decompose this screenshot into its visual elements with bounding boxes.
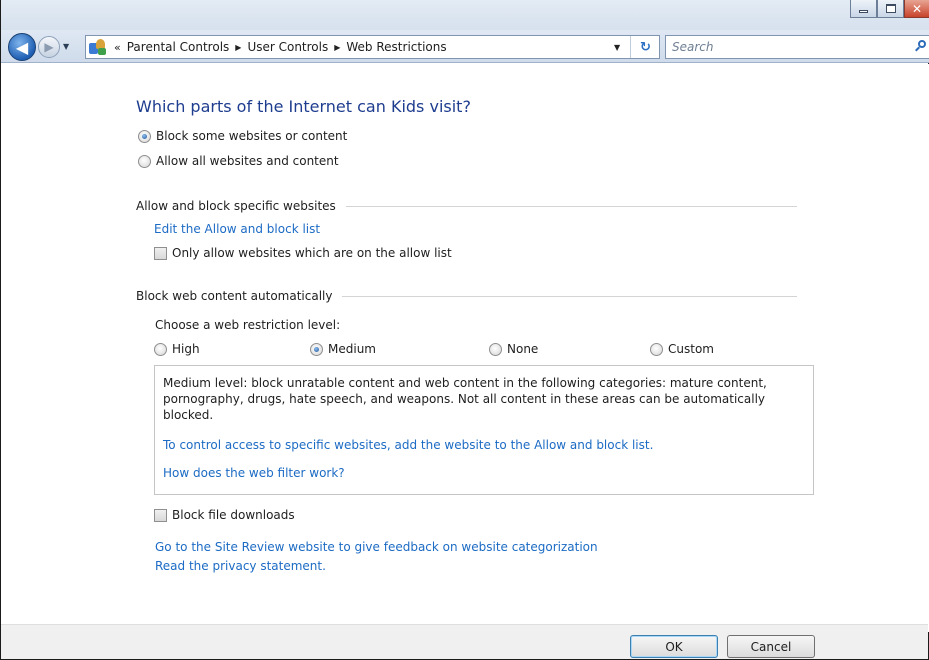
breadcrumb-separator-icon[interactable]: ▶ bbox=[235, 43, 241, 52]
breadcrumb-user-controls[interactable]: User Controls bbox=[247, 40, 328, 54]
restriction-level-prompt: Choose a web restriction level: bbox=[155, 318, 341, 332]
breadcrumb-overflow[interactable]: « bbox=[114, 41, 121, 54]
radio-indicator[interactable] bbox=[154, 342, 167, 356]
breadcrumb-web-restrictions[interactable]: Web Restrictions bbox=[346, 40, 446, 54]
web-filter-help-link[interactable]: How does the web filter work? bbox=[163, 466, 345, 480]
allow-all-label: Allow all websites and content bbox=[156, 154, 339, 168]
forward-button[interactable]: ▶ bbox=[38, 36, 60, 58]
ok-button[interactable]: OK bbox=[630, 635, 718, 658]
block-some-label: Block some websites or content bbox=[156, 129, 348, 143]
control-access-link[interactable]: To control access to specific websites, … bbox=[163, 438, 653, 452]
edit-allow-block-list-link[interactable]: Edit the Allow and block list bbox=[154, 222, 320, 236]
maximize-icon bbox=[885, 4, 896, 13]
block-downloads-checkbox[interactable]: Block file downloads bbox=[154, 508, 295, 522]
privacy-statement-link[interactable]: Read the privacy statement. bbox=[155, 559, 326, 573]
radio-indicator[interactable] bbox=[489, 342, 502, 356]
level-high-label: High bbox=[172, 342, 200, 356]
checkbox-box[interactable] bbox=[154, 508, 167, 522]
minimize-button[interactable] bbox=[850, 0, 877, 18]
auto-block-section-title: Block web content automatically bbox=[136, 289, 333, 303]
close-icon: ✕ bbox=[911, 1, 923, 16]
control-panel-icon bbox=[89, 38, 107, 56]
search-icon[interactable] bbox=[915, 40, 927, 52]
only-allow-label: Only allow websites which are on the all… bbox=[172, 246, 452, 260]
back-button[interactable]: ◀ bbox=[8, 33, 36, 61]
radio-indicator[interactable] bbox=[138, 154, 151, 168]
radio-indicator[interactable] bbox=[138, 129, 151, 143]
allow-all-radio[interactable]: Allow all websites and content bbox=[138, 154, 339, 168]
parental-controls-window: ✕ ◀ ▶ ▼ « Parental Controls ▶ User Contr… bbox=[0, 0, 929, 660]
breadcrumb-separator-icon[interactable]: ▶ bbox=[334, 43, 340, 52]
back-arrow-icon: ◀ bbox=[15, 37, 29, 57]
cancel-button[interactable]: Cancel bbox=[727, 635, 815, 658]
minimize-icon bbox=[859, 10, 868, 13]
level-medium-label: Medium bbox=[328, 342, 376, 356]
level-medium-radio[interactable]: Medium bbox=[310, 342, 376, 356]
level-high-radio[interactable]: High bbox=[154, 342, 200, 356]
block-downloads-label: Block file downloads bbox=[172, 508, 295, 522]
block-some-radio[interactable]: Block some websites or content bbox=[138, 129, 347, 143]
site-review-link[interactable]: Go to the Site Review website to give fe… bbox=[155, 540, 598, 554]
refresh-button[interactable]: ↻ bbox=[630, 36, 660, 58]
caption-buttons: ✕ bbox=[850, 0, 929, 18]
allow-block-section-title: Allow and block specific websites bbox=[136, 199, 336, 213]
level-custom-radio[interactable]: Custom bbox=[650, 342, 714, 356]
radio-indicator[interactable] bbox=[650, 342, 663, 356]
level-description-panel: Medium level: block unratable content an… bbox=[154, 365, 814, 495]
search-box bbox=[665, 35, 929, 59]
refresh-icon: ↻ bbox=[640, 39, 651, 55]
breadcrumb: « Parental Controls ▶ User Controls ▶ We… bbox=[114, 40, 447, 54]
address-bar[interactable]: « Parental Controls ▶ User Controls ▶ We… bbox=[85, 35, 660, 59]
level-description: Medium level: block unratable content an… bbox=[163, 376, 767, 422]
dialog-footer: OK Cancel bbox=[1, 624, 928, 659]
breadcrumb-parental-controls[interactable]: Parental Controls bbox=[127, 40, 230, 54]
title-bar: ✕ bbox=[1, 0, 929, 30]
search-input[interactable] bbox=[666, 36, 896, 58]
level-custom-label: Custom bbox=[668, 342, 714, 356]
address-history-dropdown-icon[interactable]: ▼ bbox=[614, 43, 620, 52]
forward-arrow-icon: ▶ bbox=[44, 40, 54, 54]
close-button[interactable]: ✕ bbox=[904, 0, 929, 18]
radio-indicator[interactable] bbox=[310, 342, 323, 356]
only-allow-checkbox[interactable]: Only allow websites which are on the all… bbox=[154, 246, 452, 260]
main-content: Which parts of the Internet can Kids vis… bbox=[1, 64, 929, 632]
section-divider bbox=[342, 296, 797, 297]
level-none-radio[interactable]: None bbox=[489, 342, 538, 356]
section-divider bbox=[346, 206, 797, 207]
checkbox-box[interactable] bbox=[154, 246, 167, 260]
recent-pages-dropdown-icon[interactable]: ▼ bbox=[63, 42, 69, 51]
maximize-button[interactable] bbox=[877, 0, 904, 18]
page-title: Which parts of the Internet can Kids vis… bbox=[136, 97, 471, 116]
level-none-label: None bbox=[507, 342, 539, 356]
